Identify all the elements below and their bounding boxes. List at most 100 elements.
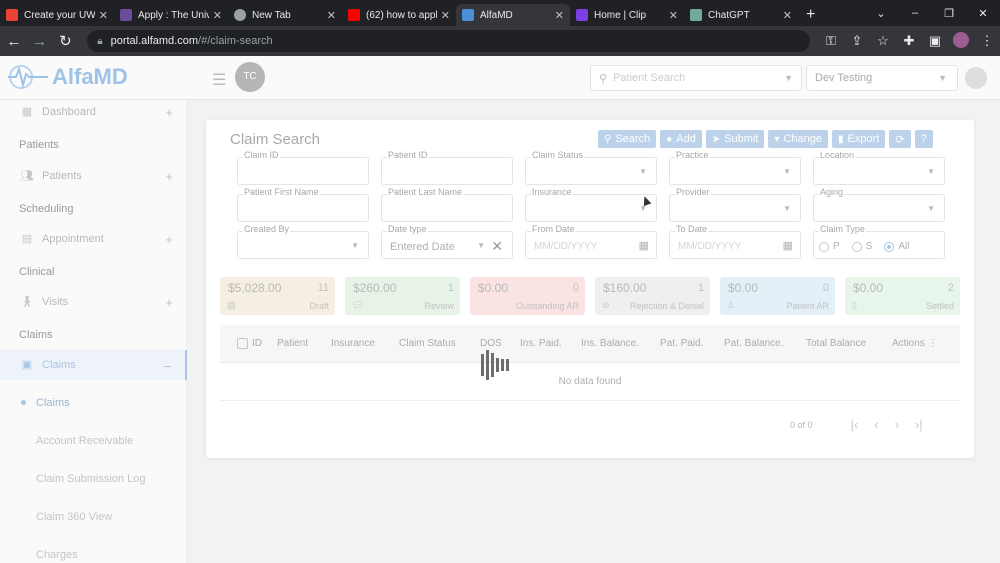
sidebar-subitem-claim-360-view[interactable]: Claim 360 View (36, 511, 112, 523)
expand-icon[interactable]: + (165, 169, 173, 184)
add-button[interactable]: ● Add (660, 130, 702, 148)
previous-page-icon[interactable]: ‹ (874, 417, 878, 432)
next-page-icon[interactable]: › (895, 417, 899, 432)
forward-icon[interactable]: → (28, 33, 52, 50)
close-icon[interactable]: ✕ (441, 9, 450, 22)
minimize-icon[interactable]: – (898, 7, 932, 19)
column-pat-paid[interactable]: Pat. Paid. (660, 338, 724, 349)
patient-first-name-field[interactable]: Patient First Name (237, 187, 369, 224)
browser-tab[interactable]: Apply : The Univ ✕ (114, 4, 228, 26)
column-insurance[interactable]: Insurance (331, 338, 399, 349)
refresh-button[interactable]: ⟳ (889, 130, 911, 148)
maximize-icon[interactable]: ❐ (932, 7, 966, 20)
collapse-icon[interactable]: – (164, 358, 171, 373)
address-bar[interactable]: 🔒︎ portal.alfamd.com/#/claim-search (87, 30, 810, 52)
column-id[interactable]: ID (252, 338, 277, 349)
column-patient[interactable]: Patient (277, 338, 331, 349)
patient-search-input[interactable]: ⚲ Patient Search ▼ (590, 65, 802, 91)
date-type-select[interactable]: Date type Entered Date ▼ ✕ (381, 224, 513, 261)
location-select[interactable]: Location ▼ (813, 150, 945, 187)
sidebar-subitem-claims[interactable]: Claims (36, 397, 70, 409)
close-window-icon[interactable]: ✕ (966, 7, 1000, 20)
claim-id-field[interactable]: Claim ID (237, 150, 369, 187)
browser-tab[interactable]: (62) how to appl ✕ (342, 4, 456, 26)
user-profile-avatar[interactable] (965, 67, 987, 89)
stat-settled[interactable]: $0.00 2 ▯ Settled (845, 277, 960, 315)
sidebar-item-dashboard[interactable]: ▦ Dashboard + (0, 97, 187, 127)
aging-select[interactable]: Aging ▼ (813, 187, 945, 224)
provider-select[interactable]: Provider ▼ (669, 187, 801, 224)
sidebar-subitem-account-receivable[interactable]: Account Receivable (36, 435, 133, 447)
last-page-icon[interactable]: ›| (915, 417, 923, 432)
share-icon[interactable]: ⇪ (844, 33, 870, 49)
change-button[interactable]: ▾ Change (768, 130, 829, 148)
from-date-field[interactable]: From Date MM/DD/YYYY ▦ (525, 224, 657, 261)
sidebar-item-claims[interactable]: ▣ Claims – (0, 350, 187, 380)
menu-icon[interactable]: ⋮ (974, 33, 1000, 49)
bookmark-star-icon[interactable]: ☆ (870, 33, 896, 49)
created-by-select[interactable]: Created By ▼ (237, 224, 369, 261)
column-menu-icon[interactable]: ⋮ (928, 338, 938, 349)
column-actions[interactable]: Actions (892, 338, 928, 349)
column-ins-balance[interactable]: Ins. Balance. (581, 338, 660, 349)
close-icon[interactable]: ✕ (669, 9, 678, 22)
stat-rejection-denial[interactable]: $160.00 1 ⊘ Rejection & Denial (595, 277, 710, 315)
close-icon[interactable]: ✕ (213, 9, 222, 22)
claim-type-s-radio[interactable]: S (851, 241, 872, 252)
column-pat-balance[interactable]: Pat. Balance. (724, 338, 806, 349)
expand-icon[interactable]: + (165, 232, 173, 247)
close-icon[interactable]: ✕ (783, 9, 792, 22)
user-initials-avatar[interactable]: TC (235, 62, 265, 92)
stat-patient-ar[interactable]: $0.00 0 ♙ Patient AR (720, 277, 835, 315)
claim-type-p-radio[interactable]: P (819, 241, 840, 252)
profile-avatar[interactable] (948, 31, 974, 51)
expand-icon[interactable]: + (165, 105, 173, 120)
to-date-field[interactable]: To Date MM/DD/YYYY ▦ (669, 224, 801, 261)
practice-select[interactable]: Practice ▼ (669, 150, 801, 187)
browser-tab[interactable]: Home | Clip ✕ (570, 4, 684, 26)
organization-select[interactable]: Dev Testing ▼ (806, 65, 958, 91)
select-all-checkbox[interactable] (237, 338, 248, 349)
stat-review[interactable]: $260.00 1 💬︎ Review (345, 277, 460, 315)
first-page-icon[interactable]: |‹ (851, 417, 859, 432)
column-dos[interactable]: DOS (480, 338, 520, 349)
close-icon[interactable]: ✕ (99, 9, 108, 22)
reload-icon[interactable]: ↻ (54, 32, 78, 50)
sidepanel-icon[interactable]: ▣ (922, 33, 948, 49)
expand-icon[interactable]: + (165, 295, 173, 310)
sidebar-item-visits[interactable]: 🚶︎ Visits + (0, 287, 187, 317)
sidebar-item-appointment[interactable]: ▤ Appointment + (0, 224, 187, 254)
sidebar-subitem-claim-submission-log[interactable]: Claim Submission Log (36, 473, 145, 485)
browser-tab-active[interactable]: AlfaMD ✕ (456, 4, 570, 26)
calendar-icon[interactable]: ▦ (783, 239, 793, 252)
hamburger-menu-icon[interactable]: ☰ (212, 70, 226, 90)
patient-last-name-field[interactable]: Patient Last Name (381, 187, 513, 224)
help-button[interactable]: ? (914, 130, 933, 148)
claim-type-all-radio[interactable]: All (884, 241, 909, 252)
column-total-balance[interactable]: Total Balance (806, 338, 892, 349)
clear-icon[interactable]: ✕ (491, 238, 503, 255)
alfamd-logo[interactable]: AlfaMD (8, 64, 128, 90)
column-claim-status[interactable]: Claim Status (399, 338, 480, 349)
back-icon[interactable]: ← (2, 33, 26, 50)
stat-outstanding-ar[interactable]: $0.00 0 Outstanding AR (470, 277, 585, 315)
submit-button[interactable]: ➤ Submit (705, 130, 765, 148)
extensions-icon[interactable]: ✚ (896, 33, 922, 49)
patient-id-field[interactable]: Patient ID (381, 150, 513, 187)
stat-draft[interactable]: $5,028.00 11 ▤ Draft (220, 277, 335, 315)
close-icon[interactable]: ✕ (555, 9, 564, 22)
column-ins-paid[interactable]: Ins. Paid. (520, 338, 581, 349)
sidebar-subitem-charges[interactable]: Charges (36, 549, 78, 561)
sidebar-item-patients[interactable]: 👥︎ Patients + (0, 161, 187, 191)
key-icon[interactable]: ⚿ (818, 33, 844, 49)
close-icon[interactable]: ✕ (327, 9, 336, 22)
browser-tab[interactable]: Create your UW ✕ (0, 4, 114, 26)
browser-tab[interactable]: ChatGPT ✕ (684, 4, 798, 26)
search-button[interactable]: ⚲ Search (598, 130, 657, 148)
calendar-icon[interactable]: ▦ (639, 239, 649, 252)
export-button[interactable]: ▮ Export (832, 130, 886, 148)
browser-tab[interactable]: New Tab ✕ (228, 4, 342, 26)
claim-status-select[interactable]: Claim Status ▼ (525, 150, 657, 187)
insurance-select[interactable]: Insurance ▼ (525, 187, 657, 224)
new-tab-button[interactable]: + (798, 4, 823, 26)
